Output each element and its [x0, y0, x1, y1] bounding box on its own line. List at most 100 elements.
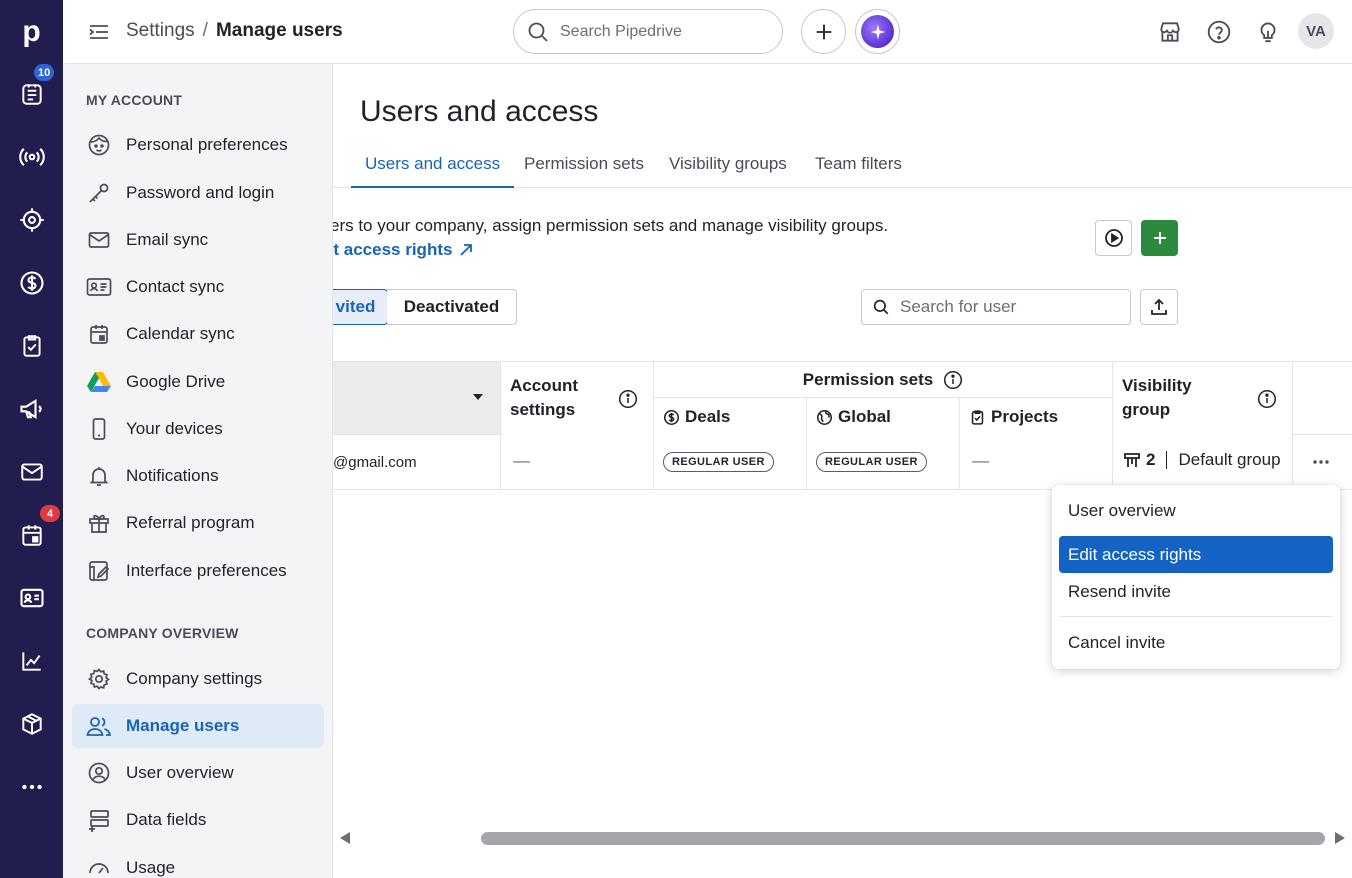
help-icon[interactable] [1205, 18, 1233, 46]
sidebar-item-label: Data fields [126, 810, 207, 829]
search-icon [526, 20, 550, 44]
row-actions-button[interactable] [1305, 451, 1337, 473]
sidebar-item-label: User overview [126, 763, 234, 782]
visibility-group-name: Default group [1178, 450, 1281, 469]
page-description: ers to your company, assign permission s… [333, 216, 889, 235]
breadcrumb-current: Manage users [215, 20, 343, 41]
logo-text: p [22, 14, 41, 48]
visibility-group-header: Visibility group [1122, 374, 1192, 422]
global-search-input[interactable] [560, 22, 760, 41]
menu-item-user-overview[interactable]: User overview [1059, 492, 1333, 529]
marketplace-icon[interactable] [1156, 18, 1184, 46]
visibility-group-cell[interactable]: 2 Default group [1123, 450, 1281, 470]
sidebar-item-notifications[interactable]: Notifications [72, 454, 324, 498]
sidebar-item-google-drive[interactable]: Google Drive [72, 360, 324, 404]
sidebar-item-usage[interactable]: Usage [72, 846, 324, 878]
header-text: group [1122, 400, 1171, 419]
horizontal-scrollbar[interactable] [333, 826, 1352, 850]
user-avatar[interactable]: VA [1298, 13, 1334, 49]
name-column-header[interactable] [333, 362, 501, 434]
header-text: Projects [991, 407, 1059, 426]
learn-access-rights-link[interactable]: ut access rights [333, 240, 474, 260]
global-search[interactable] [513, 9, 783, 54]
main-content: Users and access Users and access Permis… [333, 64, 1352, 878]
settings-sidebar: MY ACCOUNT Personal preferences Password… [63, 64, 333, 878]
filter-tab-invited[interactable]: vited [333, 289, 388, 325]
breadcrumb-settings-link[interactable]: Settings [126, 20, 195, 42]
quick-add-button[interactable] [801, 9, 846, 54]
sidebar-item-label: Manage users [126, 716, 240, 735]
tab-users-and-access[interactable]: Users and access [351, 154, 515, 188]
dollar-icon [663, 409, 680, 425]
dollar-icon[interactable] [16, 267, 48, 299]
play-tutorial-button[interactable] [1095, 220, 1132, 256]
sidebar-item-personal-preferences[interactable]: Personal preferences [72, 123, 324, 167]
megaphone-icon[interactable] [16, 393, 48, 425]
sidebar-item-user-overview[interactable]: User overview [72, 751, 324, 795]
header-text: Account [510, 376, 578, 395]
sidebar-item-label: Interface preferences [126, 561, 287, 580]
plus-icon [1153, 232, 1166, 244]
contact-card-icon[interactable] [16, 582, 48, 614]
sidebar-item-password-login[interactable]: Password and login [72, 171, 324, 215]
calendar-icon[interactable]: 4 [16, 505, 60, 551]
tab-visibility-groups[interactable]: Visibility groups [655, 154, 801, 188]
more-horizontal-icon [1313, 460, 1329, 464]
permission-sets-group-header: Permission sets [654, 362, 1113, 398]
menu-item-cancel-invite[interactable]: Cancel invite [1059, 624, 1333, 661]
scroll-left-icon[interactable] [339, 831, 351, 845]
menu-collapse-icon[interactable] [87, 20, 111, 44]
sidebar-item-data-fields[interactable]: Data fields [72, 798, 324, 842]
tab-permission-sets[interactable]: Permission sets [510, 154, 658, 188]
upload-icon [1151, 298, 1167, 315]
sidebar-item-company-settings[interactable]: Company settings [72, 657, 324, 701]
user-search-input[interactable] [900, 297, 1120, 317]
info-icon[interactable] [1257, 389, 1277, 409]
lightbulb-icon[interactable] [1254, 18, 1282, 46]
scrollbar-thumb[interactable] [481, 832, 1325, 845]
id-card-icon [86, 274, 112, 300]
sidebar-item-manage-users[interactable]: Manage users [72, 704, 324, 748]
info-icon[interactable] [943, 370, 963, 390]
clipboard-check-icon[interactable] [16, 330, 48, 362]
header-text: settings [510, 400, 576, 419]
mail-icon[interactable] [16, 456, 48, 488]
menu-item-resend-invite[interactable]: Resend invite [1059, 573, 1333, 610]
section-heading-my-account: MY ACCOUNT [86, 92, 183, 108]
scroll-right-icon[interactable] [1334, 831, 1346, 845]
deals-cell: REGULAR USER [663, 452, 774, 472]
add-user-button[interactable] [1141, 220, 1178, 256]
data-fields-icon [86, 807, 112, 833]
sidebar-item-interface-preferences[interactable]: Interface preferences [72, 549, 324, 593]
sidebar-item-contact-sync[interactable]: Contact sync [72, 265, 324, 309]
user-search[interactable] [861, 289, 1131, 325]
chart-icon[interactable] [16, 645, 48, 677]
sidebar-item-calendar-sync[interactable]: Calendar sync [72, 312, 324, 356]
leads-icon[interactable]: 10 [16, 64, 55, 110]
target-icon[interactable] [16, 204, 48, 236]
visibility-group-number: 2 [1146, 450, 1156, 469]
info-icon[interactable] [618, 389, 638, 409]
sidebar-item-email-sync[interactable]: Email sync [72, 218, 324, 262]
table-row[interactable]: @gmail.com — REGULAR USER REGULAR USER —… [333, 435, 1352, 489]
sidebar-item-label: Calendar sync [126, 324, 235, 343]
ai-assistant-button[interactable] [855, 9, 900, 54]
tab-team-filters[interactable]: Team filters [801, 154, 916, 188]
sidebar-item-your-devices[interactable]: Your devices [72, 407, 324, 451]
broadcast-icon[interactable] [16, 141, 48, 173]
deals-header: Deals [663, 405, 730, 429]
clipboard-check-icon [971, 409, 984, 425]
breadcrumb-separator: / [202, 20, 208, 41]
sidebar-item-referral-program[interactable]: Referral program [72, 501, 324, 545]
user-email-cell[interactable]: @gmail.com [333, 435, 501, 489]
export-button[interactable] [1140, 289, 1178, 325]
filter-tab-deactivated[interactable]: Deactivated [387, 289, 517, 325]
sidebar-item-label: Google Drive [126, 372, 226, 391]
box-icon[interactable] [16, 708, 48, 740]
menu-item-edit-access-rights[interactable]: Edit access rights [1059, 536, 1333, 573]
role-badge: REGULAR USER [663, 452, 774, 472]
pipedrive-logo[interactable]: p [0, 0, 63, 63]
section-heading-company-overview: COMPANY OVERVIEW [86, 625, 239, 641]
more-icon[interactable] [16, 771, 48, 803]
bell-icon [86, 463, 112, 489]
